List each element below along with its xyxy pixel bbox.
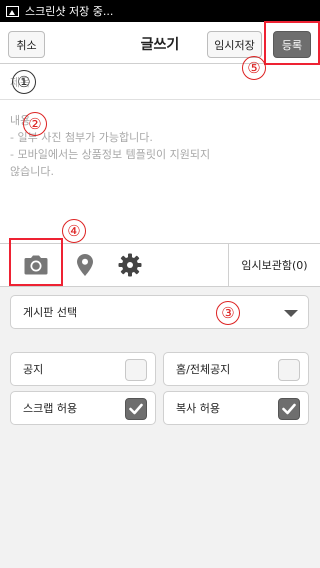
- checkmark-icon: [129, 403, 143, 415]
- settings-button[interactable]: [112, 244, 148, 286]
- image-icon: [6, 5, 19, 17]
- annotation-marker-5: ⑤: [242, 56, 266, 80]
- annotation-marker-1: ①: [12, 70, 36, 94]
- save-draft-button[interactable]: 임시저장: [207, 31, 262, 58]
- annotation-marker-3: ③: [216, 301, 240, 325]
- board-select[interactable]: 게시판 선택: [10, 295, 309, 329]
- option-allow-copy[interactable]: 복사 허용: [163, 391, 309, 425]
- annotation-marker-4: ④: [62, 219, 86, 243]
- board-select-value: 게시판 선택: [23, 306, 78, 319]
- annotation-marker-2: ②: [23, 112, 47, 136]
- content-line: - 일부 사진 첨부가 가능합니다.: [10, 131, 153, 144]
- location-button[interactable]: [70, 244, 100, 286]
- option-label: 스크랩 허용: [23, 402, 78, 415]
- checkmark-icon: [282, 403, 296, 415]
- content-line: 내용: [10, 114, 31, 127]
- notice-checkbox[interactable]: [125, 359, 147, 381]
- option-notice[interactable]: 공지: [10, 352, 156, 386]
- location-pin-icon: [77, 254, 93, 276]
- content-textarea[interactable]: 내용 - 일부 사진 첨부가 가능합니다. - 모바일에서는 상품정보 템플릿이…: [0, 100, 320, 243]
- option-label: 공지: [23, 363, 44, 376]
- option-home-notice[interactable]: 홈/전체공지: [163, 352, 309, 386]
- content-line: 않습니다.: [10, 165, 54, 178]
- allow-scrap-checkbox[interactable]: [125, 398, 147, 420]
- status-notification: 스크린샷 저장 중...: [25, 5, 114, 18]
- allow-copy-checkbox[interactable]: [278, 398, 300, 420]
- title-input[interactable]: 제목: [0, 64, 320, 100]
- highlight-box-register: [264, 21, 320, 65]
- status-bar: 스크린샷 저장 중...: [0, 0, 320, 22]
- option-label: 복사 허용: [176, 402, 220, 415]
- content-line: - 모바일에서는 상품정보 템플릿이 지원되지: [10, 148, 211, 161]
- option-allow-scrap[interactable]: 스크랩 허용: [10, 391, 156, 425]
- gear-icon: [118, 253, 142, 277]
- dropdown-arrow-icon: [284, 310, 298, 317]
- option-label: 홈/전체공지: [176, 363, 231, 376]
- drafts-button[interactable]: 임시보관함(0): [228, 244, 320, 286]
- highlight-box-camera: [9, 238, 63, 286]
- home-notice-checkbox[interactable]: [278, 359, 300, 381]
